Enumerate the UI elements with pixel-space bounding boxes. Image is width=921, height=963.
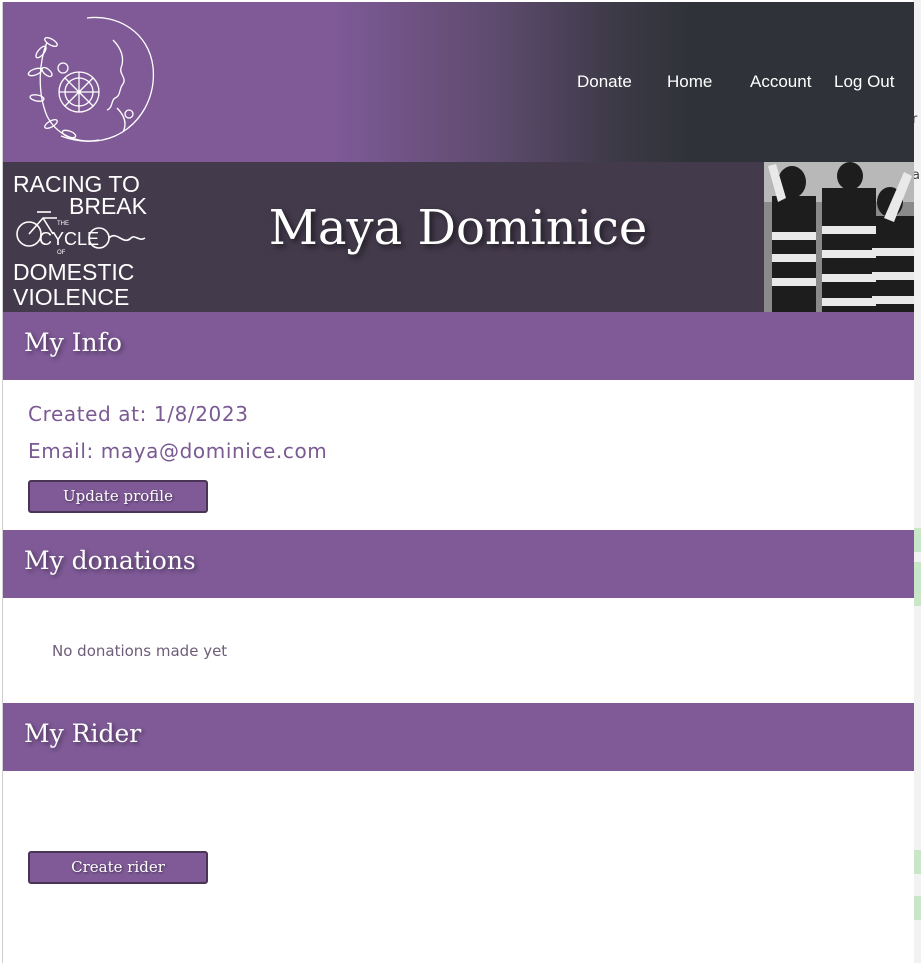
background-block <box>913 896 921 920</box>
background-edge <box>913 0 921 963</box>
my-donations-header: My donations <box>3 530 914 598</box>
page-window: Donate Home Account Log Out RACING TO BR… <box>2 2 914 963</box>
my-info-header: My Info <box>3 312 914 380</box>
section-title: My Rider <box>24 719 142 748</box>
svg-text:DOMESTIC: DOMESTIC <box>13 259 134 285</box>
my-rider-header: My Rider <box>3 703 914 771</box>
campaign-logo: RACING TO BREAK THE CYCLE OF DOMESTIC VI… <box>13 171 148 308</box>
rider-team-photo <box>764 162 914 312</box>
update-profile-button[interactable]: Update profile <box>28 480 208 513</box>
create-rider-button[interactable]: Create rider <box>28 851 208 884</box>
profile-name: Maya Dominice <box>268 200 648 256</box>
svg-text:THE: THE <box>57 221 69 227</box>
svg-text:BREAK: BREAK <box>69 193 148 219</box>
section-title: My donations <box>24 546 196 575</box>
site-header: Donate Home Account Log Out <box>3 2 914 162</box>
nav-donate-link[interactable]: Donate <box>577 72 632 92</box>
profile-banner: RACING TO BREAK THE CYCLE OF DOMESTIC VI… <box>3 162 914 312</box>
svg-text:OF: OF <box>57 250 66 256</box>
nav-account-link[interactable]: Account <box>750 72 811 92</box>
email-text: Email: maya@dominice.com <box>28 439 328 463</box>
background-block <box>913 528 921 552</box>
created-date: Created at: 1/8/2023 <box>28 402 249 426</box>
nav-logout-link[interactable]: Log Out <box>834 72 895 92</box>
empty-donations-message: No donations made yet <box>52 642 228 660</box>
background-block <box>913 850 921 874</box>
nav-home-link[interactable]: Home <box>667 72 712 92</box>
svg-text:VIOLENCE: VIOLENCE <box>13 284 129 308</box>
section-title: My Info <box>24 328 122 357</box>
site-logo[interactable] <box>17 12 159 154</box>
background-block <box>913 562 921 606</box>
